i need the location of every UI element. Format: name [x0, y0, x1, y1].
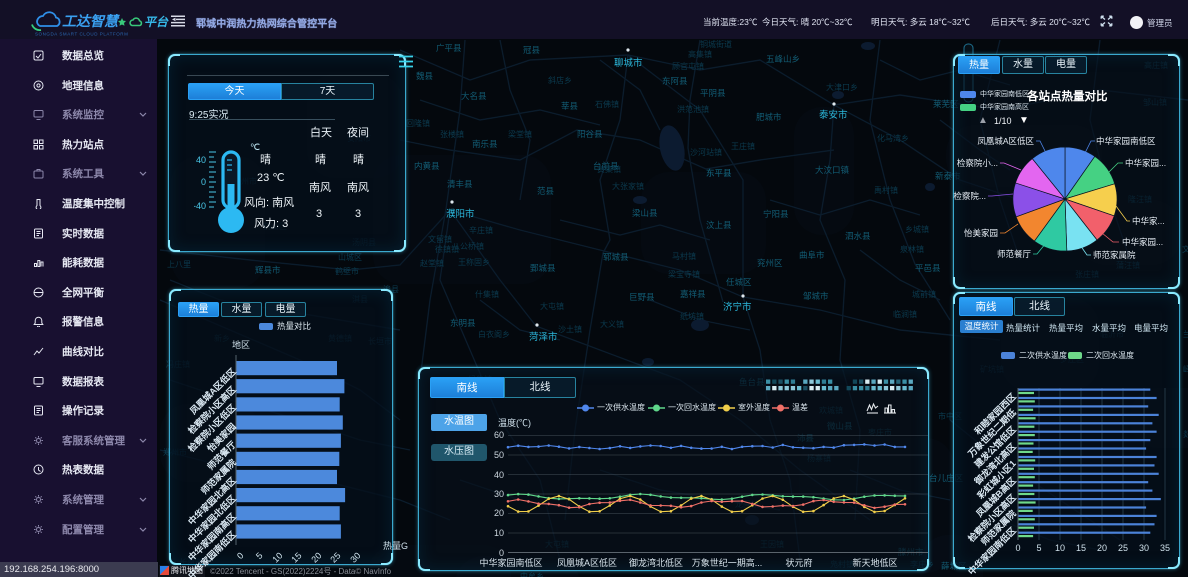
svg-text:南乐县: 南乐县 — [472, 139, 498, 149]
svg-text:山城区: 山城区 — [338, 252, 362, 262]
svg-text:禹村镇: 禹村镇 — [874, 185, 898, 195]
svg-text:纸坊镇: 纸坊镇 — [680, 311, 704, 321]
svg-text:八公桥镇: 八公桥镇 — [452, 241, 484, 251]
svg-text:梁宝寺镇: 梁宝寺镇 — [668, 269, 700, 279]
svg-text:临涧镇: 临涧镇 — [893, 309, 917, 319]
svg-text:泰安市: 泰安市 — [819, 109, 848, 121]
svg-text:马村镇: 马村镇 — [672, 251, 696, 261]
svg-text:鹤壁市: 鹤壁市 — [335, 266, 359, 276]
svg-text:濮阳市: 濮阳市 — [446, 208, 475, 220]
svg-text:清丰县: 清丰县 — [447, 179, 473, 189]
svg-text:泗水县: 泗水县 — [845, 231, 871, 241]
svg-text:化马湾乡: 化马湾乡 — [877, 133, 909, 143]
svg-text:郓城县: 郓城县 — [603, 252, 629, 262]
svg-text:王庄镇: 王庄镇 — [731, 141, 755, 151]
svg-text:℃: ℃ — [250, 142, 260, 152]
svg-text:辉县市: 辉县市 — [255, 265, 281, 275]
svg-text:范县: 范县 — [537, 186, 555, 196]
svg-text:赵堂镇: 赵堂镇 — [420, 258, 444, 268]
svg-text:大张家镇: 大张家镇 — [612, 181, 644, 191]
svg-text:大汶口镇: 大汶口镇 — [815, 165, 850, 175]
svg-text:大义镇: 大义镇 — [600, 319, 624, 329]
svg-text:邹城市: 邹城市 — [803, 291, 829, 301]
svg-text:嘉祥县: 嘉祥县 — [680, 289, 706, 299]
svg-text:峄城区: 峄城区 — [1183, 365, 1188, 374]
svg-text:SONGDA SMART CLOUD PLATFORM: SONGDA SMART CLOUD PLATFORM — [35, 32, 128, 37]
svg-text:平阴县: 平阴县 — [700, 88, 726, 98]
svg-text:汶上县: 汶上县 — [706, 220, 732, 230]
svg-text:兰陵: 兰陵 — [1183, 329, 1188, 339]
svg-text:莘县: 莘县 — [561, 101, 579, 111]
svg-text:阳谷县: 阳谷县 — [577, 129, 603, 139]
svg-text:东明县: 东明县 — [450, 318, 476, 328]
svg-text:五峰山乡: 五峰山乡 — [766, 54, 800, 64]
svg-text:宁阳县: 宁阳县 — [763, 209, 789, 219]
svg-text:魏县: 魏县 — [416, 71, 434, 81]
svg-text:什集镇: 什集镇 — [475, 289, 499, 299]
svg-text:郯城县: 郯城县 — [1183, 429, 1188, 439]
svg-text:工达智慧: 工达智慧 — [62, 13, 120, 29]
svg-text:王称固乡: 王称固乡 — [458, 257, 490, 267]
svg-text:40: 40 — [196, 155, 206, 165]
svg-text:东平县: 东平县 — [706, 168, 732, 178]
svg-text:大津口乡: 大津口乡 — [826, 82, 858, 92]
svg-text:回隆镇: 回隆镇 — [406, 118, 430, 128]
svg-text:辛庄镇: 辛庄镇 — [469, 225, 493, 235]
svg-text:内黄县: 内黄县 — [414, 161, 440, 171]
svg-text:菏泽市: 菏泽市 — [529, 331, 558, 343]
svg-text:铜城街道: 铜城街道 — [700, 39, 732, 49]
svg-text:大名县: 大名县 — [461, 91, 487, 101]
svg-text:泉林镇: 泉林镇 — [900, 244, 924, 254]
svg-text:济宁市: 济宁市 — [723, 301, 752, 313]
svg-text:上八里: 上八里 — [167, 260, 191, 269]
svg-text:鄄城县: 鄄城县 — [530, 263, 556, 273]
svg-text:斜店乡: 斜店乡 — [548, 75, 572, 85]
svg-text:文: 文 — [1182, 244, 1188, 254]
svg-text:沙土镇: 沙土镇 — [558, 324, 582, 334]
svg-text:梁堂镇: 梁堂镇 — [508, 129, 532, 139]
svg-text:黄集镇: 黄集镇 — [597, 164, 621, 174]
svg-text:白衣阁乡: 白衣阁乡 — [478, 329, 510, 339]
svg-text:聊城市: 聊城市 — [614, 57, 643, 69]
svg-text:沙河站镇: 沙河站镇 — [690, 147, 722, 157]
svg-text:城前镇: 城前镇 — [912, 289, 936, 299]
svg-text:兖州区: 兖州区 — [757, 258, 783, 268]
svg-text:任城区: 任城区 — [726, 277, 752, 287]
svg-text:张楼镇: 张楼镇 — [440, 129, 464, 139]
svg-text:中牟乡: 中牟乡 — [520, 571, 544, 577]
svg-text:曲阜市: 曲阜市 — [799, 250, 825, 260]
svg-text:顾官屯镇: 顾官屯镇 — [672, 61, 704, 71]
svg-text:东阿县: 东阿县 — [662, 76, 688, 86]
svg-text:梁山县: 梁山县 — [632, 208, 658, 218]
svg-text:0: 0 — [201, 177, 206, 187]
svg-text:巨野县: 巨野县 — [629, 292, 655, 302]
svg-text:乡城镇: 乡城镇 — [905, 224, 929, 234]
svg-text:广平县: 广平县 — [436, 43, 462, 53]
svg-text:洪范池镇: 洪范池镇 — [677, 104, 709, 114]
svg-text:肥城市: 肥城市 — [756, 112, 782, 122]
svg-text:文留镇: 文留镇 — [428, 234, 452, 244]
svg-text:平台: 平台 — [144, 15, 169, 29]
svg-text:高集镇: 高集镇 — [688, 49, 712, 59]
svg-text:冠县: 冠县 — [523, 45, 541, 55]
svg-text:平邑县: 平邑县 — [915, 263, 941, 273]
svg-text:-40: -40 — [194, 201, 206, 211]
svg-text:大屯镇: 大屯镇 — [540, 301, 564, 311]
svg-text:石佛镇: 石佛镇 — [595, 99, 619, 109]
